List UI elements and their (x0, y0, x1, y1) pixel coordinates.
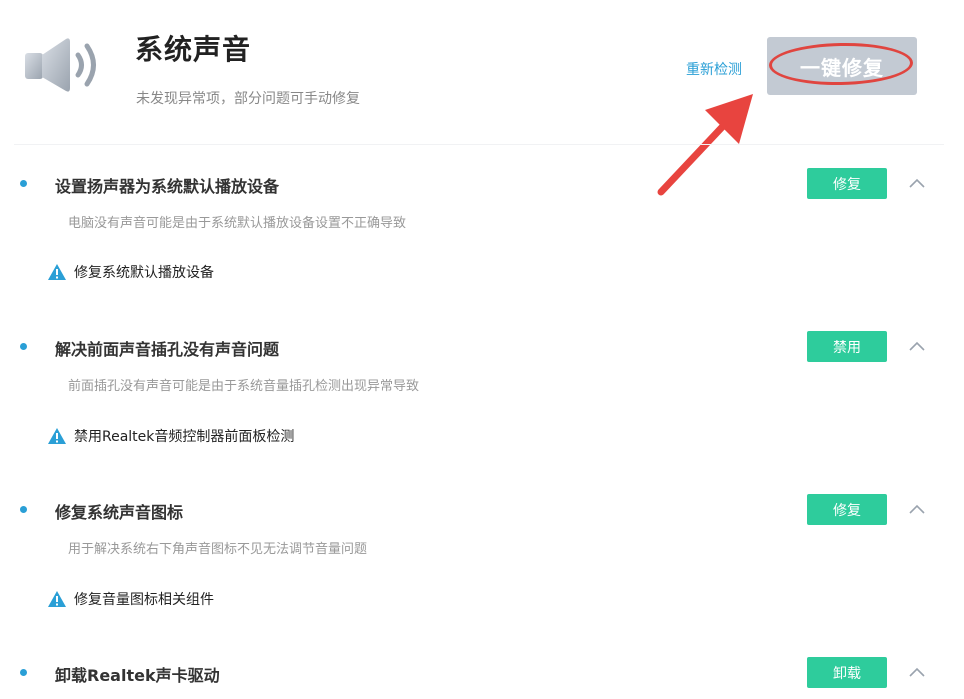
fix-item: 修复音量图标相关组件 (47, 589, 214, 609)
chevron-up-icon[interactable] (908, 503, 926, 515)
repair-button[interactable]: 修复 (807, 168, 887, 199)
section-title: 解决前面声音插孔没有声音问题 (55, 340, 280, 359)
section-bullet (20, 343, 27, 350)
section-title: 设置扬声器为系统默认播放设备 (55, 177, 280, 196)
section-description: 用于解决系统右下角声音图标不见无法调节音量问题 (68, 542, 368, 557)
section-title: 卸载Realtek声卡驱动 (55, 666, 220, 685)
warning-icon (48, 264, 66, 280)
chevron-up-icon[interactable] (908, 177, 926, 189)
uninstall-button[interactable]: 卸载 (807, 657, 887, 688)
section-bullet (20, 180, 27, 187)
chevron-up-icon[interactable] (908, 666, 926, 678)
disable-button[interactable]: 禁用 (807, 331, 887, 362)
section-description: 电脑没有声音可能是由于系统默认播放设备设置不正确导致 (68, 216, 407, 231)
section-title: 修复系统声音图标 (55, 503, 184, 522)
fix-item: 修复系统默认播放设备 (47, 262, 214, 282)
repair-button[interactable]: 修复 (807, 494, 887, 525)
fix-section: 卸载Realtek声卡驱动 卸载 (0, 0, 964, 688)
fix-item-label: 修复系统默认播放设备 (74, 265, 214, 281)
fix-item: 禁用Realtek音频控制器前面板检测 (47, 426, 294, 446)
section-bullet (20, 506, 27, 513)
warning-icon (48, 428, 66, 444)
fix-item-label: 禁用Realtek音频控制器前面板检测 (74, 429, 295, 445)
warning-icon (48, 591, 66, 607)
fix-item-label: 修复音量图标相关组件 (74, 592, 214, 608)
chevron-up-icon[interactable] (908, 340, 926, 352)
section-bullet (20, 669, 27, 676)
section-description: 前面插孔没有声音可能是由于系统音量插孔检测出现异常导致 (68, 379, 420, 394)
